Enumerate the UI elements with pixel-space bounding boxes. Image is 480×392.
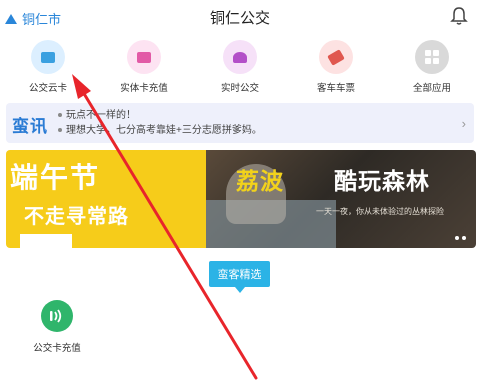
service-label: 公交卡充值 (33, 343, 81, 354)
news-headlines: 玩点不一样的！ 理想大学，七分高考靠娃+三分志愿拼爹妈。 (58, 108, 262, 138)
grid-item-label: 公交云卡 (28, 83, 67, 94)
grid-item-coach-ticket[interactable]: 客车车票 (288, 40, 384, 98)
coach-ticket-icon (319, 40, 353, 74)
banner-left-title: 端午节 (10, 162, 101, 193)
tab-selected-picks[interactable]: 蛮客精选 (209, 261, 270, 293)
grid-item-label: 实时公交 (220, 83, 259, 94)
page-title: 铜仁公交 (209, 10, 270, 27)
bullet-icon (58, 113, 62, 118)
bus-card-icon (31, 40, 65, 74)
grid-item-realtime-bus[interactable]: 实时公交 (192, 40, 288, 98)
banner-right-title: 酷玩森林 (334, 168, 430, 194)
banner-right-title-highlight: 荔波 (236, 168, 284, 194)
news-ticker[interactable]: 蛮讯 玩点不一样的！ 理想大学，七分高考靠娃+三分志愿拼爹妈。 › (6, 103, 474, 143)
grid-item-card-recharge[interactable]: 实体卡充值 (96, 40, 192, 98)
carousel-dot (455, 236, 459, 240)
banner-right-subtitle: 一天一夜，你从未体验过的丛林探险 (316, 207, 444, 216)
banner-right-panel: 荔波 酷玩森林 一天一夜，你从未体验过的丛林探险 (206, 150, 476, 248)
chevron-right-icon: › (461, 116, 466, 131)
card-recharge-icon (127, 40, 161, 74)
carousel-indicator[interactable] (455, 236, 466, 240)
banner-left-decoration (20, 234, 72, 248)
news-line-1: 玩点不一样的！ (66, 110, 136, 121)
service-bus-card-recharge[interactable]: 公交卡充值 (27, 300, 87, 354)
bullet-icon (58, 128, 62, 133)
grid-item-bus-cloud-card[interactable]: 公交云卡 (0, 40, 96, 98)
news-line-2: 理想大学，七分高考靠娃+三分志愿拼爹妈。 (66, 125, 262, 136)
nfc-icon (41, 300, 73, 332)
grid-item-label: 实体卡充值 (120, 83, 168, 94)
carousel-dot (462, 236, 466, 240)
header-bar: 铜仁市 铜仁公交 (0, 0, 480, 34)
promo-banner[interactable]: 端午节 不走寻常路 荔波 酷玩森林 一天一夜，你从未体验过的丛林探险 (6, 150, 476, 248)
banner-left-panel: 端午节 不走寻常路 (6, 150, 206, 248)
all-apps-icon (415, 40, 449, 74)
grid-item-label: 客车车票 (316, 83, 355, 94)
bell-icon[interactable] (450, 6, 468, 26)
quick-actions-grid: 公交云卡 实体卡充值 实时公交 客车车票 全部应用 (0, 40, 480, 98)
banner-left-subtitle: 不走寻常路 (24, 206, 129, 228)
realtime-bus-icon (223, 40, 257, 74)
grid-item-label: 全部应用 (412, 83, 451, 94)
grid-item-all-apps[interactable]: 全部应用 (384, 40, 480, 98)
news-logo: 蛮讯 (12, 117, 48, 136)
